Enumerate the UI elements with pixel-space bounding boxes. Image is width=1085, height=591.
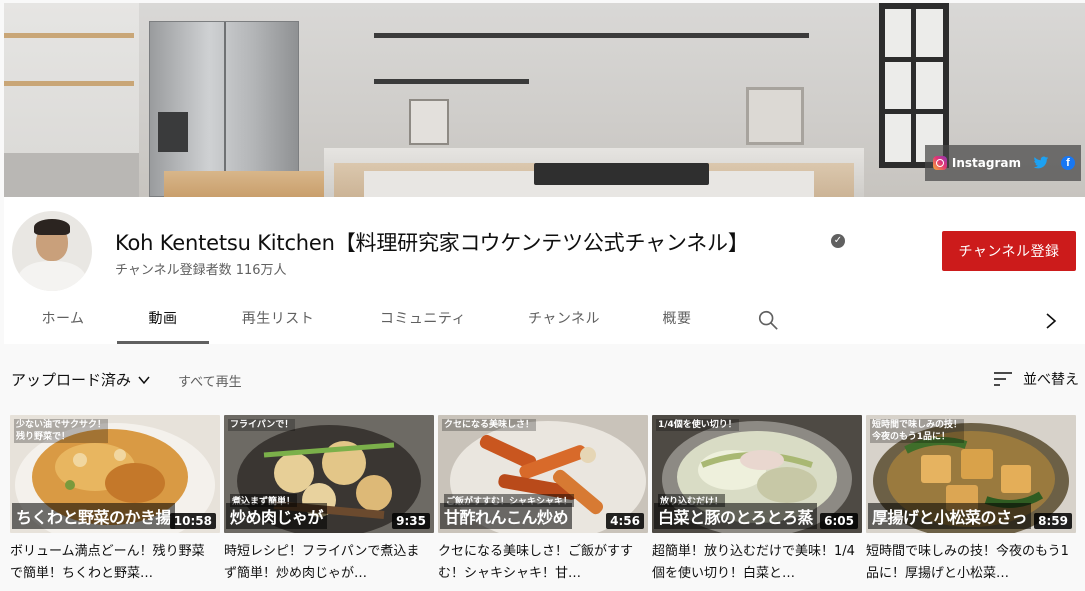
videos-toolbar: アップロード済み すべて再生 並べ替え — [4, 357, 1085, 401]
video-duration: 8:59 — [1034, 513, 1072, 529]
video-card[interactable]: 短時間で味しみの技！ 今夜のもう1品に！ 厚揚げと小松菜のさっ 8:59 短時間… — [866, 415, 1076, 585]
video-title[interactable]: クセになる美味しさ！ご飯がすすむ！シャキシャキ！甘… — [438, 541, 643, 585]
video-title[interactable]: 時短レシピ！フライパンで煮込まず簡単！炒め肉じゃが… — [224, 541, 429, 585]
video-card[interactable]: 1/4個を使い切り！ 放り込むだけ！ 白菜と豚のとろとろ蒸 6:05 超簡単！放… — [652, 415, 862, 585]
video-title[interactable]: ボリューム満点どーん！残り野菜で簡単！ちくわと野菜… — [10, 541, 215, 585]
thumbnail-title: 甘酢れんこん炒め — [440, 503, 573, 529]
subscribe-button[interactable]: チャンネル登録 — [942, 231, 1076, 271]
video-thumbnail[interactable]: 少ない油でサクサク！ 残り野菜で！ ちくわと野菜のかき揚 10:58 — [10, 415, 220, 533]
video-card[interactable]: 少ない油でサクサク！ 残り野菜で！ ちくわと野菜のかき揚 10:58 ボリューム… — [10, 415, 220, 585]
video-title[interactable]: 超簡単！放り込むだけで美味！1/4個を使い切り！白菜と… — [652, 541, 857, 585]
chevron-right-icon[interactable] — [1044, 312, 1058, 330]
chevron-down-icon — [138, 376, 150, 384]
sort-icon — [994, 372, 1012, 386]
thumbnail-caption: 短時間で味しみの技！ 今夜のもう1品に！ — [870, 419, 965, 443]
avatar — [12, 211, 92, 291]
thumbnail-caption: フライパンで！ — [228, 419, 296, 431]
banner-links: Instagram f — [924, 145, 1081, 181]
channel-banner: Instagram f — [4, 3, 1085, 197]
tab-home[interactable]: ホーム — [22, 300, 104, 344]
video-duration: 10:58 — [169, 513, 216, 529]
thumbnail-title: 白菜と豚のとろとろ蒸 — [654, 503, 818, 529]
search-icon[interactable] — [757, 309, 779, 331]
video-thumbnail[interactable]: フライパンで！ 煮込まず簡単！ 炒め肉じゃが 9:35 — [224, 415, 434, 533]
video-thumbnail[interactable]: クセになる美味しさ！ ご飯がすすむ！シャキシャキ！ 甘酢れんこん炒め 4:56 — [438, 415, 648, 533]
verified-icon: ✓ — [831, 234, 845, 248]
uploaded-label: アップロード済み — [11, 371, 132, 389]
thumbnail-caption: 少ない油でサクサク！ 残り野菜で！ — [14, 419, 109, 443]
channel-tabs: ホーム 動画 再生リスト コミュニティ チャンネル 概要 — [4, 300, 1085, 344]
video-title[interactable]: 短時間で味しみの技！今夜のもう1品に！厚揚げと小松菜… — [866, 541, 1071, 585]
tab-videos[interactable]: 動画 — [117, 300, 209, 344]
tab-playlists[interactable]: 再生リスト — [229, 300, 327, 344]
instagram-label: Instagram — [951, 156, 1021, 170]
channel-header: Koh Kentetsu Kitchen【料理研究家コウケンテツ公式チャンネル】… — [4, 197, 1085, 344]
play-all-button[interactable]: すべて再生 — [178, 371, 242, 390]
tab-community[interactable]: コミュニティ — [364, 300, 482, 344]
video-thumbnail[interactable]: 短時間で味しみの技！ 今夜のもう1品に！ 厚揚げと小松菜のさっ 8:59 — [866, 415, 1076, 533]
thumbnail-caption: クセになる美味しさ！ — [442, 419, 537, 431]
tab-channels[interactable]: チャンネル — [514, 300, 614, 344]
channel-title: Koh Kentetsu Kitchen【料理研究家コウケンテツ公式チャンネル】 — [115, 231, 749, 255]
video-duration: 6:05 — [820, 513, 858, 529]
video-duration: 9:35 — [392, 513, 430, 529]
tab-about[interactable]: 概要 — [644, 300, 710, 344]
twitter-icon[interactable] — [1033, 156, 1049, 170]
thumbnail-caption: 1/4個を使い切り！ — [656, 419, 739, 431]
thumbnail-title: ちくわと野菜のかき揚 — [12, 503, 176, 529]
sort-label: 並べ替え — [1023, 372, 1079, 388]
facebook-icon[interactable]: f — [1061, 156, 1075, 170]
instagram-icon — [932, 156, 947, 170]
subscriber-count: チャンネル登録者数 116万人 — [115, 263, 287, 278]
uploaded-dropdown[interactable]: アップロード済み — [11, 369, 151, 390]
thumbnail-title: 厚揚げと小松菜のさっ — [868, 503, 1032, 529]
sort-button[interactable]: 並べ替え — [993, 369, 1079, 389]
video-thumbnail[interactable]: 1/4個を使い切り！ 放り込むだけ！ 白菜と豚のとろとろ蒸 6:05 — [652, 415, 862, 533]
video-duration: 4:56 — [606, 513, 644, 529]
thumbnail-title: 炒め肉じゃが — [226, 503, 328, 529]
instagram-link[interactable]: Instagram — [932, 156, 1021, 170]
video-card[interactable]: クセになる美味しさ！ ご飯がすすむ！シャキシャキ！ 甘酢れんこん炒め 4:56 … — [438, 415, 648, 585]
video-card[interactable]: フライパンで！ 煮込まず簡単！ 炒め肉じゃが 9:35 時短レシピ！フライパンで… — [224, 415, 434, 585]
